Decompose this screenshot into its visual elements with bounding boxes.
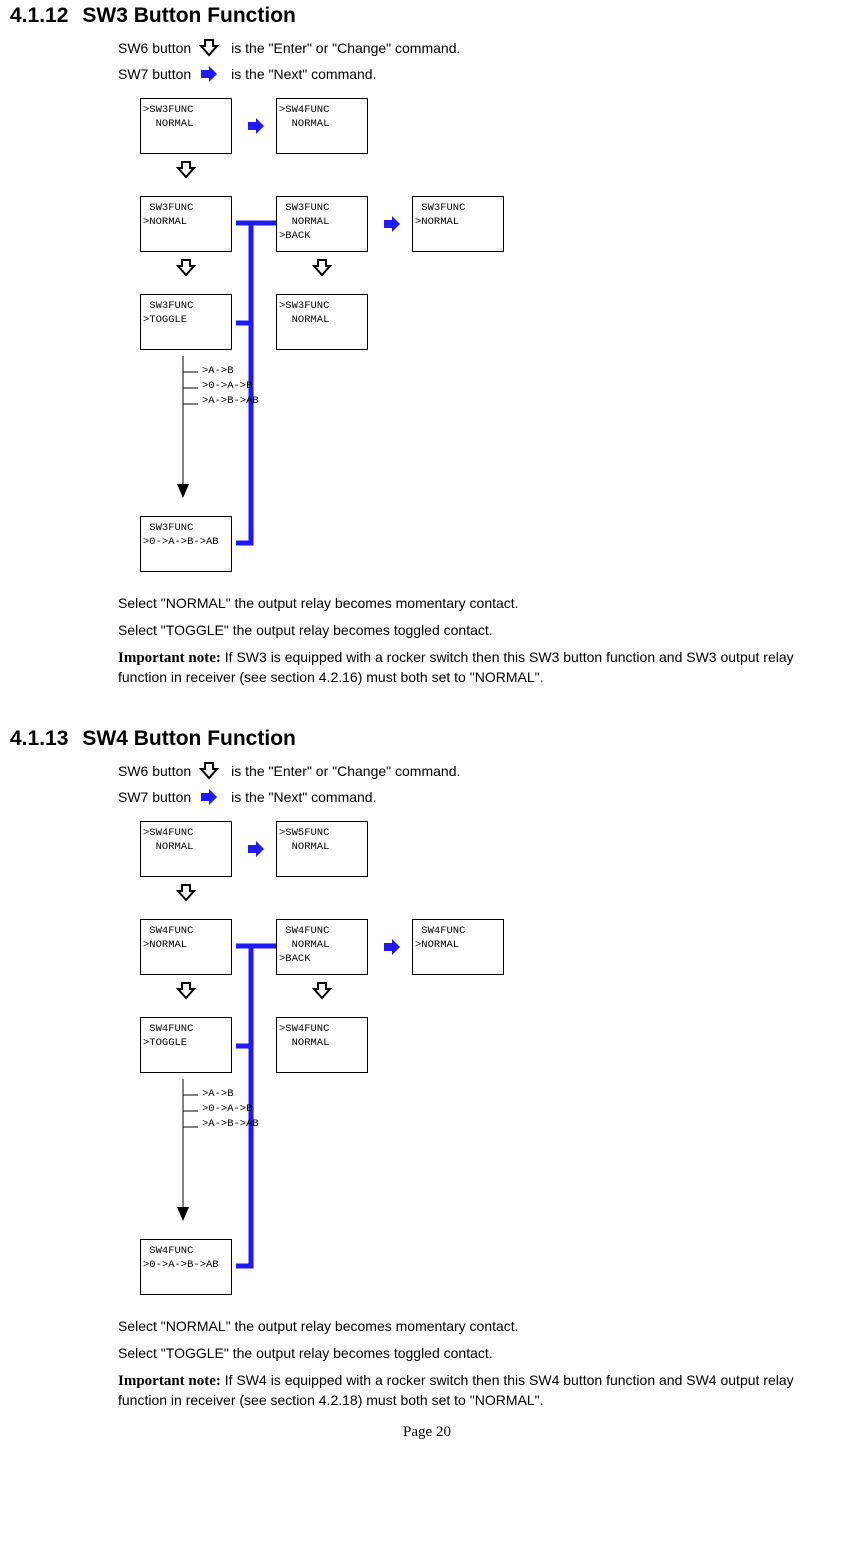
right-arrow-icon (246, 116, 266, 136)
section-heading: 4.1.12 SW3 Button Function (10, 4, 846, 28)
note-label: Important note: (118, 650, 221, 666)
flow-box: SW4FUNC NORMAL >BACK (276, 919, 368, 975)
sw7-before: SW7 button (118, 66, 191, 82)
right-arrow-icon (246, 839, 266, 859)
sw7-after: is the "Next" command. (231, 66, 376, 82)
sw6-line: SW6 button is the "Enter" or "Change" co… (118, 38, 846, 58)
intro-block: SW6 button is the "Enter" or "Change" co… (118, 38, 846, 84)
dotted-down-arrow-icon (168, 354, 198, 514)
down-arrow-icon (312, 258, 332, 278)
flow-box: >SW3FUNC NORMAL (140, 98, 232, 154)
down-arrow-icon (176, 258, 196, 278)
down-arrow-icon (312, 981, 332, 1001)
flow-box: >SW5FUNC NORMAL (276, 821, 368, 877)
option-list: >A->B >0->A->B >A->B->AB (202, 1087, 259, 1133)
down-arrow-icon (176, 883, 196, 903)
right-arrow-icon (382, 214, 402, 234)
hollow-down-arrow-icon (199, 38, 219, 58)
flow-box: SW4FUNC >0->A->B->AB (140, 1239, 232, 1295)
hollow-down-arrow-icon (199, 761, 219, 781)
section-title: SW3 Button Function (82, 4, 295, 28)
down-arrow-icon (176, 160, 196, 180)
important-note: Important note: If SW4 is equipped with … (118, 1371, 846, 1410)
solid-right-arrow-icon (199, 787, 219, 807)
body-paragraph: Select "NORMAL" the output relay becomes… (118, 594, 846, 613)
intro-block: SW6 button is the "Enter" or "Change" co… (118, 761, 846, 807)
sw6-before: SW6 button (118, 763, 191, 779)
sw6-after: is the "Enter" or "Change" command. (231, 763, 460, 779)
section-heading: 4.1.13 SW4 Button Function (10, 727, 846, 751)
section-title: SW4 Button Function (82, 727, 295, 751)
note-label: Important note: (118, 1373, 221, 1389)
flow-diagram: >SW4FUNC NORMAL >SW5FUNC NORMAL SW4FUNC … (136, 821, 636, 1301)
body-paragraph: Select "TOGGLE" the output relay becomes… (118, 621, 846, 640)
page-number: Page 20 (8, 1424, 846, 1441)
flow-box: SW3FUNC >NORMAL (140, 196, 232, 252)
solid-right-arrow-icon (199, 64, 219, 84)
flow-box: SW4FUNC >TOGGLE (140, 1017, 232, 1073)
sw6-before: SW6 button (118, 40, 191, 56)
down-arrow-icon (176, 981, 196, 1001)
sw7-line: SW7 button is the "Next" command. (118, 787, 846, 807)
flow-box: SW3FUNC >0->A->B->AB (140, 516, 232, 572)
sw7-line: SW7 button is the "Next" command. (118, 64, 846, 84)
sw7-after: is the "Next" command. (231, 789, 376, 805)
flow-box: >SW4FUNC NORMAL (276, 1017, 368, 1073)
sw7-before: SW7 button (118, 789, 191, 805)
flow-box: SW3FUNC >TOGGLE (140, 294, 232, 350)
dotted-down-arrow-icon (168, 1077, 198, 1237)
flow-box: SW3FUNC NORMAL >BACK (276, 196, 368, 252)
important-note: Important note: If SW3 is equipped with … (118, 648, 846, 687)
flow-diagram: >SW3FUNC NORMAL >SW4FUNC NORMAL SW3FUNC … (136, 98, 636, 578)
option-list: >A->B >0->A->B >A->B->AB (202, 364, 259, 410)
flow-box: >SW4FUNC NORMAL (140, 821, 232, 877)
flow-box: >SW3FUNC NORMAL (276, 294, 368, 350)
flow-box: SW4FUNC >NORMAL (140, 919, 232, 975)
sw6-line: SW6 button is the "Enter" or "Change" co… (118, 761, 846, 781)
body-paragraph: Select "NORMAL" the output relay becomes… (118, 1317, 846, 1336)
flow-box: SW4FUNC >NORMAL (412, 919, 504, 975)
flow-box: >SW4FUNC NORMAL (276, 98, 368, 154)
section-number: 4.1.12 (10, 4, 68, 28)
body-paragraph: Select "TOGGLE" the output relay becomes… (118, 1344, 846, 1363)
flow-box: SW3FUNC >NORMAL (412, 196, 504, 252)
right-arrow-icon (382, 937, 402, 957)
section-number: 4.1.13 (10, 727, 68, 751)
sw6-after: is the "Enter" or "Change" command. (231, 40, 460, 56)
